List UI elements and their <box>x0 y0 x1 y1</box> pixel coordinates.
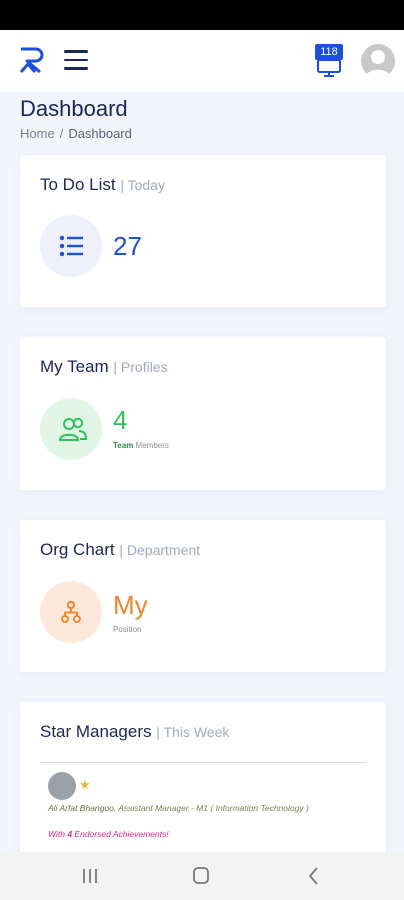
card-title: To Do List | Today <box>40 175 165 194</box>
home-icon[interactable] <box>189 866 213 886</box>
breadcrumb: Home / Dashboard <box>20 126 132 141</box>
star-icon: ★ <box>79 777 91 792</box>
org-position-label: Position <box>113 625 142 634</box>
todo-card[interactable]: To Do List | Today 27 <box>20 155 386 307</box>
org-position: My <box>113 590 148 620</box>
system-nav-bar <box>0 852 404 900</box>
recent-apps-icon[interactable] <box>78 866 102 886</box>
menu-icon[interactable] <box>64 50 88 70</box>
my-team-card[interactable]: My Team | Profiles 4 Team Members <box>20 337 386 490</box>
team-icon-circle <box>40 398 102 460</box>
notifications-button[interactable]: 118 <box>313 44 345 78</box>
card-title: Star Managers | This Week <box>40 722 230 741</box>
team-count: 4 <box>113 405 128 435</box>
team-count-label: Team Members <box>113 441 169 450</box>
logo-icon[interactable] <box>18 46 46 74</box>
org-chart-card[interactable]: Org Chart | Department My Position <box>20 520 386 672</box>
top-bar: 118 <box>0 30 404 92</box>
breadcrumb-separator: / <box>59 126 64 141</box>
status-bar <box>0 0 404 30</box>
list-icon <box>59 235 83 257</box>
org-chart-icon <box>61 600 81 623</box>
todo-icon-circle <box>40 215 102 277</box>
breadcrumb-home[interactable]: Home <box>20 126 55 141</box>
achievement-text: With 4 Endorsed Achievements! <box>48 829 169 839</box>
card-title: Org Chart | Department <box>40 540 201 559</box>
notification-badge: 118 <box>315 44 343 60</box>
divider <box>40 762 366 763</box>
todo-count: 27 <box>113 231 142 261</box>
people-icon <box>59 417 87 441</box>
card-title: My Team | Profiles <box>40 357 168 376</box>
page-title: Dashboard <box>20 96 128 121</box>
star-managers-card[interactable]: Star Managers | This Week ★ Ali Arfat Bh… <box>20 702 386 862</box>
manager-avatar[interactable] <box>48 772 76 800</box>
org-icon-circle <box>40 581 102 643</box>
avatar-icon[interactable] <box>361 44 395 78</box>
back-icon[interactable] <box>302 866 326 886</box>
breadcrumb-current: Dashboard <box>68 126 132 141</box>
monitor-icon <box>317 59 341 77</box>
manager-info: Ali Arfat Bhangoo, Assistant Manager - M… <box>48 803 309 813</box>
